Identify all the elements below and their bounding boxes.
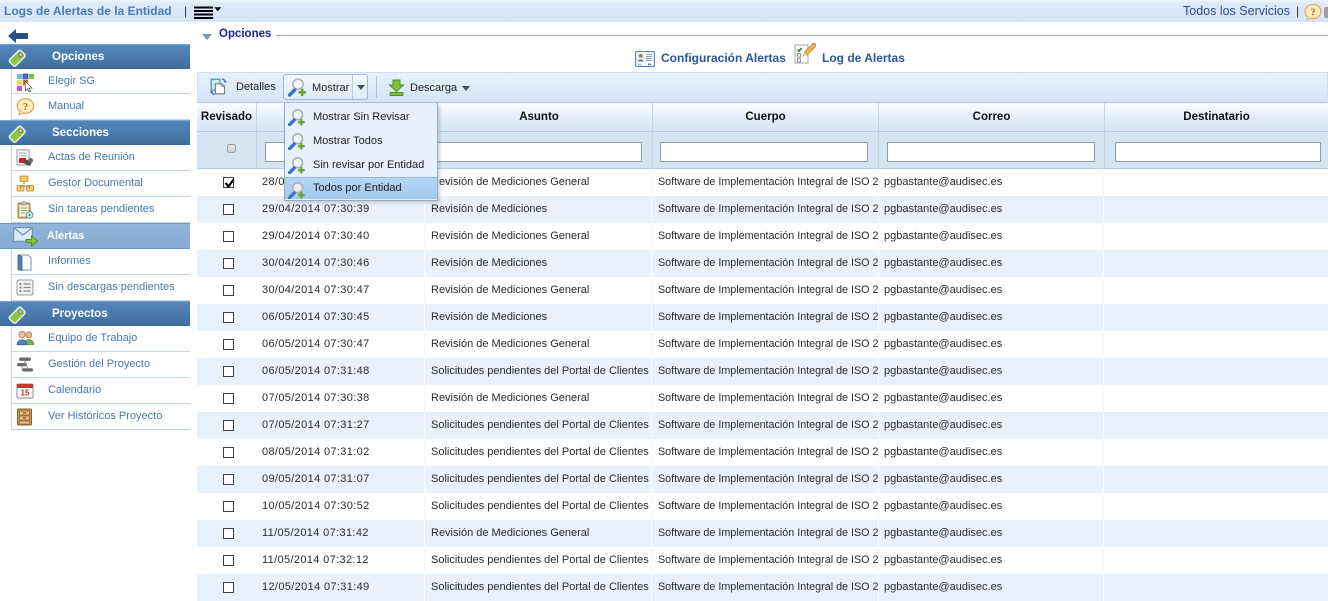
svg-text:?: ? xyxy=(1310,6,1316,18)
svg-text:15: 15 xyxy=(21,389,30,398)
svg-text:?: ? xyxy=(23,101,29,113)
